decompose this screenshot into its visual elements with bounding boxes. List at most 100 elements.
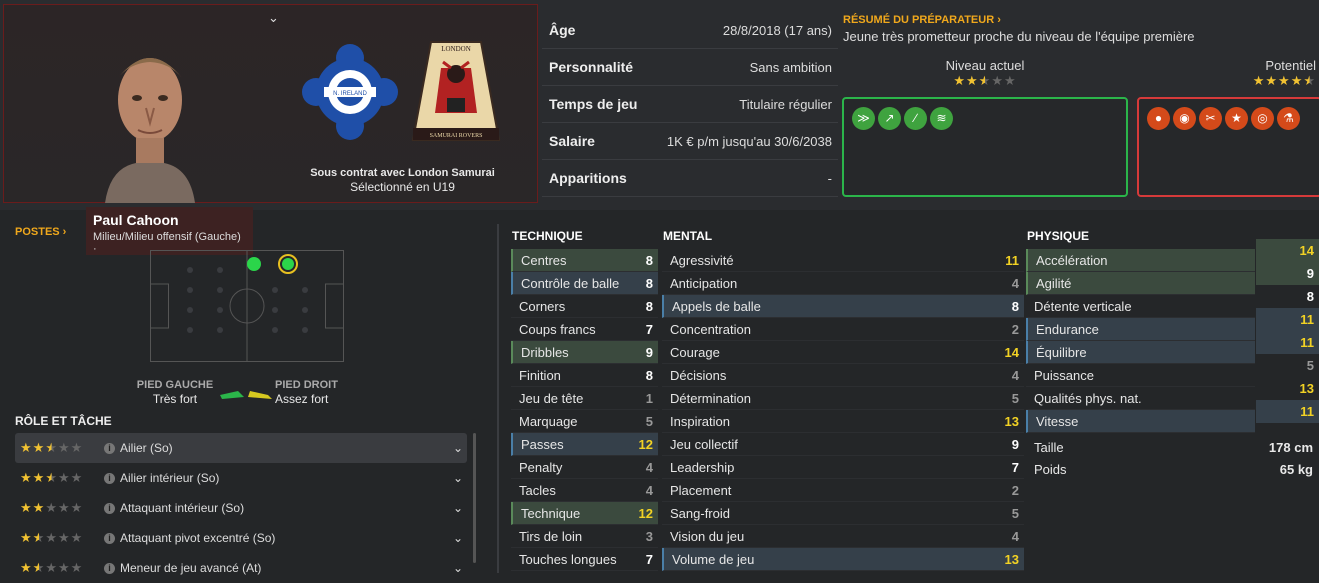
attribute-value: 14 [1256,239,1319,262]
attribute-row[interactable]: Passes 12 [511,433,658,456]
attribute-value: 4 [1011,528,1019,544]
info-icon[interactable]: i [104,502,115,514]
attribute-value: 13 [1299,381,1314,396]
weaknesses-box: ● ◉ ✂ ★ ◎ ⚗ [1137,97,1319,197]
attribute-value: 9 [645,344,653,360]
attribute-row[interactable]: Tacles 4 [511,479,658,502]
attribute-name: Concentration [670,321,751,337]
attribute-row[interactable]: Concentration 2 [662,318,1024,341]
attribute-name: Agressivité [670,252,734,268]
attribute-row[interactable]: Volume de jeu 13 [662,548,1024,571]
attribute-row[interactable]: Contrôle de balle 8 [511,272,658,295]
attribute-row[interactable]: Vision du jeu 4 [662,525,1024,548]
chevron-down-icon[interactable]: ⌄ [453,441,463,455]
attribute-row[interactable]: Agilité [1026,272,1255,295]
measurement-value: 65 kg [1279,461,1313,477]
attribute-row[interactable]: Technique 12 [511,502,658,525]
chevron-down-icon[interactable]: ⌄ [268,10,279,26]
roles-heading: RÔLE ET TÂCHE [15,414,112,428]
attribute-row[interactable]: Dribbles 9 [511,341,658,364]
attribute-row[interactable]: Vitesse [1026,410,1255,433]
role-item[interactable]: ★★★★★ i Attaquant intérieur (So) ⌄ [15,493,467,523]
attribute-row[interactable]: Détermination 5 [662,387,1024,410]
positions-pitch [150,250,344,362]
position-marker-natural[interactable] [282,258,294,270]
current-ability-label: Niveau actuel [945,58,1025,73]
role-item[interactable]: ★★★★★ i Ailier intérieur (So) ⌄ [15,463,467,493]
ball-trait-icon[interactable]: ● [1147,107,1170,130]
attribute-row[interactable]: Leadership 7 [662,456,1024,479]
attribute-value: 1 [645,390,653,406]
attribute-row[interactable]: Coups francs 7 [511,318,658,341]
role-stars: ★★★★★ [20,500,84,515]
attribute-row[interactable]: Anticipation 4 [662,272,1024,295]
attribute-row[interactable]: Agressivité 11 [662,249,1024,272]
attribute-row[interactable]: Qualités phys. nat. [1026,387,1255,410]
attribute-row[interactable]: Sang-froid 5 [662,502,1024,525]
attribute-name: Passes [521,436,564,452]
attribute-name: Technique [521,505,581,521]
attribute-row[interactable]: Jeu collectif 9 [662,433,1024,456]
flask-trait-icon[interactable]: ⚗ [1277,107,1300,130]
attribute-name: Leadership [670,459,735,475]
attribute-value: 7 [1011,459,1019,475]
attribute-row[interactable]: Touches longues 7 [511,548,658,571]
speed-trait-icon[interactable]: ≫ [852,107,875,130]
attribute-row[interactable]: Finition 8 [511,364,658,387]
current-ability-stars: ★★★★★ [953,73,1017,88]
info-icon[interactable]: i [104,442,115,454]
roles-scrollbar[interactable] [473,433,476,563]
svg-text:SAMURAI ROVERS: SAMURAI ROVERS [430,133,483,139]
attribute-row[interactable]: Appels de balle 8 [662,295,1024,318]
scout-summary: RÉSUMÉ DU PRÉPARATEUR › Jeune très prome… [843,14,1319,44]
attribute-value: 9 [1011,436,1019,452]
attribute-row[interactable]: Tirs de loin 3 [511,525,658,548]
contract-club[interactable]: Sous contrat avec London Samurai [310,167,495,179]
attribute-row[interactable]: Puissance [1026,364,1255,387]
attribute-row[interactable]: Corners 8 [511,295,658,318]
scout-summary-heading[interactable]: RÉSUMÉ DU PRÉPARATEUR › [843,14,1319,26]
info-row: Salaire 1K € p/m jusqu'au 30/6/2038 [542,123,838,160]
attribute-row[interactable]: Équilibre [1026,341,1255,364]
info-icon[interactable]: i [104,472,115,484]
attribute-value: 5 [1011,390,1019,406]
attribute-row[interactable]: Endurance [1026,318,1255,341]
attribute-value: 7 [645,551,653,567]
chevron-down-icon[interactable]: ⌄ [453,471,463,485]
attribute-row[interactable]: Penalty 4 [511,456,658,479]
role-item[interactable]: ★★★★★ i Ailier (So) ⌄ [15,433,467,463]
progress-trait-icon[interactable]: ↗ [878,107,901,130]
dribble-trait-icon[interactable]: ≋ [930,107,953,130]
boots-icon [220,391,272,399]
chevron-down-icon[interactable]: ⌄ [453,531,463,545]
info-icon[interactable]: i [104,562,115,574]
attribute-row[interactable]: Inspiration 13 [662,410,1024,433]
attribute-name: Décisions [670,367,727,383]
attribute-value: 4 [645,459,653,475]
attribute-row[interactable]: Placement 2 [662,479,1024,502]
position-marker[interactable] [247,257,261,271]
info-icon[interactable]: i [104,532,115,544]
star-trait-icon[interactable]: ★ [1225,107,1248,130]
role-item[interactable]: ★★★★★ i Attaquant pivot excentré (So) ⌄ [15,523,467,553]
attribute-row[interactable]: Décisions 4 [662,364,1024,387]
attribute-row[interactable]: Courage 14 [662,341,1024,364]
scissors-trait-icon[interactable]: ✂ [1199,107,1222,130]
info-value: 1K € p/m jusqu'au 30/6/2038 [666,133,832,149]
head-trait-icon[interactable]: ◉ [1173,107,1196,130]
attribute-value: 4 [1011,275,1019,291]
attribute-row[interactable]: Accélération [1026,249,1255,272]
role-item[interactable]: ★★★★★ i Meneur de jeu avancé (At) ⌄ [15,553,467,583]
chevron-down-icon[interactable]: ⌄ [453,501,463,515]
attribute-value: 8 [645,298,653,314]
info-key: Personnalité [549,59,634,75]
attribute-name: Contrôle de balle [521,275,620,291]
attribute-value: 2 [1011,482,1019,498]
attribute-row[interactable]: Marquage 5 [511,410,658,433]
target-trait-icon[interactable]: ◎ [1251,107,1274,130]
positions-heading[interactable]: POSTES › [15,226,66,238]
attribute-row[interactable]: Détente verticale [1026,295,1255,318]
attribute-row[interactable]: Jeu de tête 1 [511,387,658,410]
attribute-row[interactable]: Centres 8 [511,249,658,272]
boot-trait-icon[interactable]: ∕ [904,107,927,130]
